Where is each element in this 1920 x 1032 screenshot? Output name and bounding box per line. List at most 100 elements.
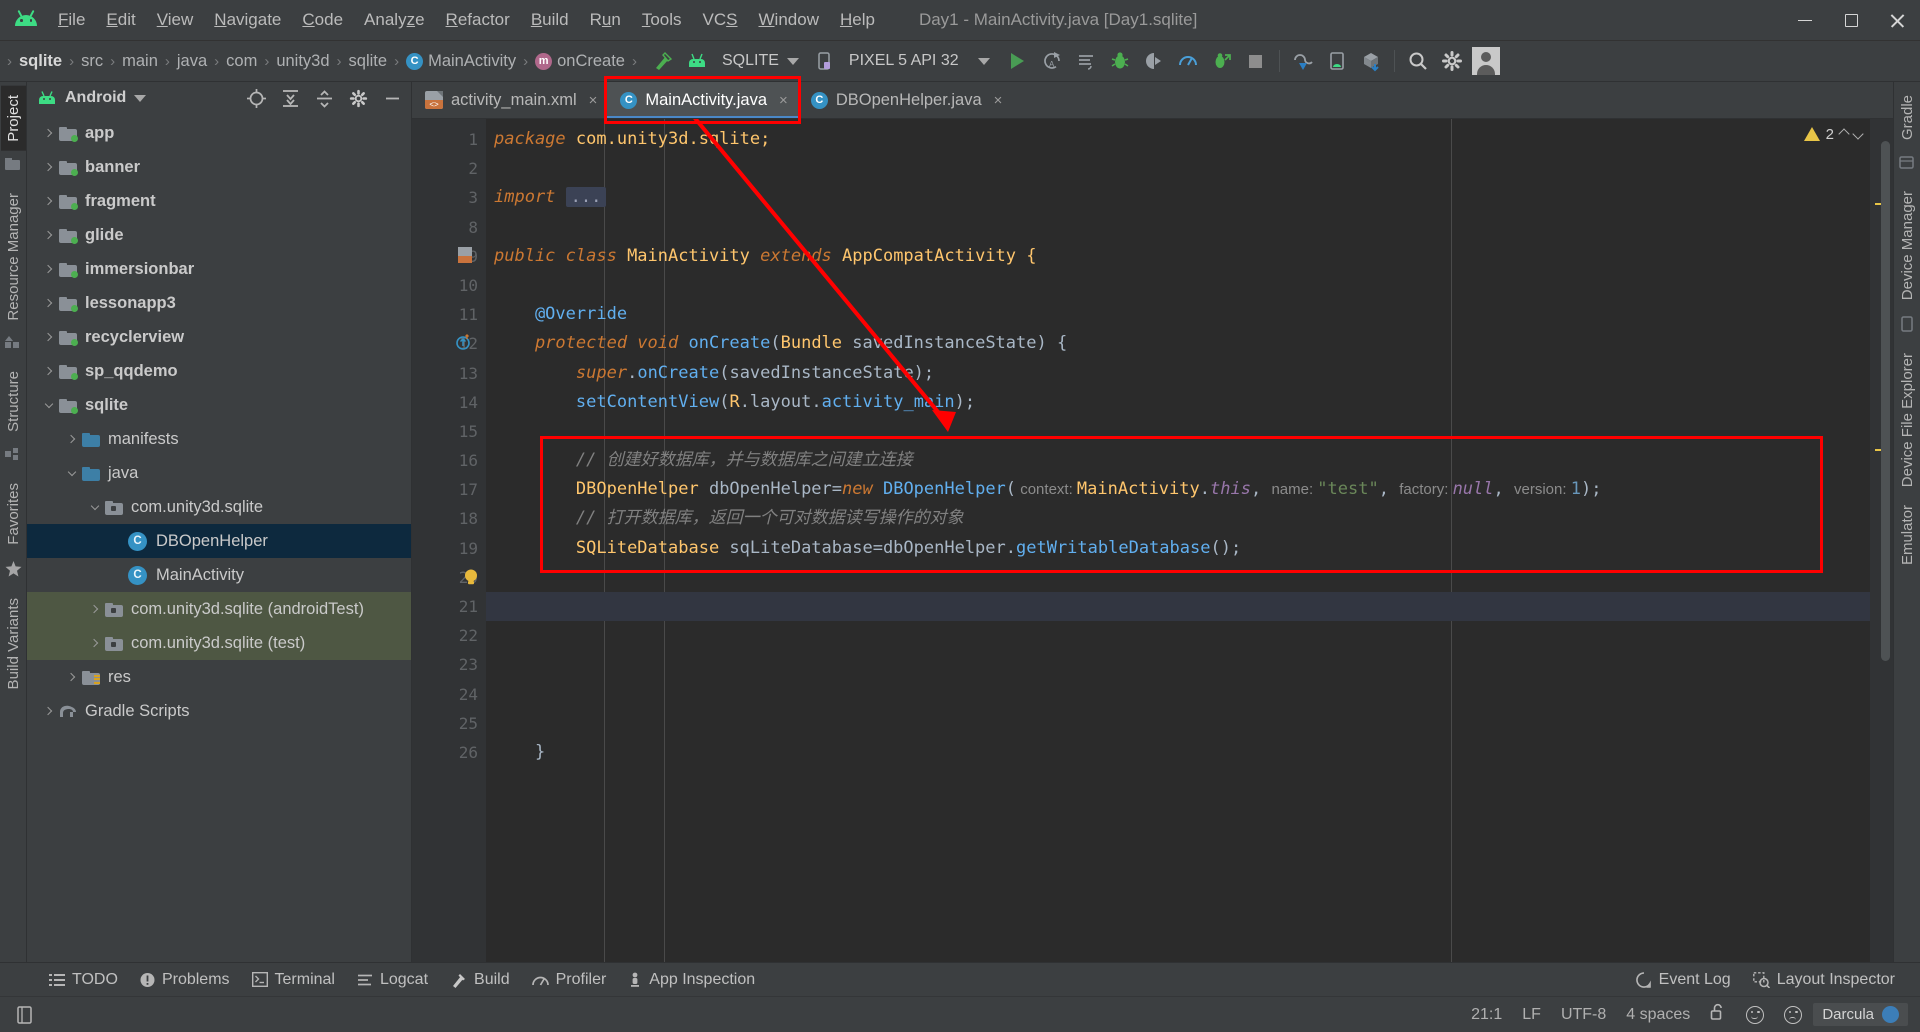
profiler-button[interactable] [1171, 44, 1205, 78]
editor-tab-mainactivity-java[interactable]: C MainActivity.java × [607, 82, 799, 118]
hide-minus-icon[interactable] [379, 85, 405, 111]
avd-manager-button[interactable] [1286, 44, 1320, 78]
minimize-button[interactable] [1782, 0, 1828, 41]
run-configuration-selector[interactable]: SQLITE [714, 49, 807, 73]
breadcrumb-item-unity3d[interactable]: unity3d [272, 50, 333, 73]
bottom-tab-event-log[interactable]: Event Log [1625, 968, 1742, 992]
menu-analyze[interactable]: Analyze [354, 6, 435, 34]
maximize-button[interactable] [1828, 0, 1874, 41]
chevron-down-icon[interactable] [134, 94, 147, 102]
device-chevron-down-icon[interactable] [967, 44, 1001, 78]
code-line[interactable] [486, 154, 1893, 183]
tree-item-res[interactable]: res [27, 660, 411, 694]
chevron-right-icon[interactable] [41, 125, 57, 141]
tree-item-recyclerview[interactable]: recyclerview [27, 320, 411, 354]
breadcrumb-item-java[interactable]: java [173, 50, 211, 73]
tree-item-java[interactable]: java [27, 456, 411, 490]
menu-build[interactable]: Build [521, 6, 579, 34]
editor-tab-dbopenhelper-java[interactable]: C DBOpenHelper.java × [798, 82, 1013, 118]
inspection-widget[interactable]: 2 [1803, 119, 1870, 149]
device-selector[interactable]: PIXEL 5 API 32 [841, 49, 967, 73]
collapse-all-icon[interactable] [311, 85, 337, 111]
tree-item-sp-qqdemo[interactable]: sp_qqdemo [27, 354, 411, 388]
vertical-scrollbar-thumb[interactable] [1881, 141, 1890, 661]
menu-vcs[interactable]: VCS [693, 6, 748, 34]
tree-item-glide[interactable]: glide [27, 218, 411, 252]
breadcrumb-item-sqlite[interactable]: sqlite [15, 50, 66, 73]
code-line[interactable] [486, 563, 1893, 592]
bottom-tab-logcat[interactable]: Logcat [346, 968, 439, 992]
bottom-tab-problems[interactable]: Problems [129, 968, 241, 992]
chevron-right-icon[interactable] [87, 601, 103, 617]
code-line[interactable] [486, 680, 1893, 709]
file-encoding[interactable]: UTF-8 [1552, 1004, 1615, 1026]
debug-button[interactable] [1103, 44, 1137, 78]
tree-item-immersionbar[interactable]: immersionbar [27, 252, 411, 286]
sidebar-tab-device-manager[interactable]: Device Manager [1895, 182, 1920, 309]
folded-imports-placeholder[interactable]: ... [565, 187, 607, 208]
chevron-right-icon[interactable] [41, 295, 57, 311]
bottom-tab-build[interactable]: Build [439, 968, 521, 992]
close-icon[interactable]: × [994, 92, 1003, 109]
indent-setting[interactable]: 4 spaces [1617, 1004, 1699, 1026]
code-line[interactable]: package com.unity3d.sqlite; [486, 125, 1893, 154]
tree-item-mainactivity[interactable]: C MainActivity [27, 558, 411, 592]
sidebar-tab-gradle[interactable]: Gradle [1895, 86, 1920, 149]
tree-item-gradle-scripts[interactable]: Gradle Scripts [27, 694, 411, 728]
code-line[interactable]: @Override [486, 300, 1893, 329]
menu-help[interactable]: Help [830, 6, 885, 34]
close-button[interactable] [1874, 0, 1920, 41]
search-everywhere-button[interactable] [1401, 44, 1435, 78]
chevron-right-icon[interactable] [64, 669, 80, 685]
code-line[interactable]: } [486, 738, 1893, 767]
close-icon[interactable]: × [589, 92, 598, 109]
code-line[interactable]: // 创建好数据库，并与数据库之间建立连接 [486, 446, 1893, 475]
sidebar-tab-device-file-explorer[interactable]: Device File Explorer [1895, 344, 1920, 496]
code-line[interactable] [486, 650, 1893, 679]
bottom-tab-terminal[interactable]: Terminal [241, 968, 346, 992]
code-line[interactable] [486, 592, 1893, 622]
chevron-right-icon[interactable] [41, 159, 57, 175]
layout-preview-icon[interactable] [412, 246, 486, 267]
project-view-selector-label[interactable]: Android [65, 89, 126, 107]
caret-position[interactable]: 21:1 [1462, 1004, 1511, 1026]
chevron-right-icon[interactable] [41, 363, 57, 379]
code-line[interactable]: import ... [486, 183, 1893, 212]
show-tool-window-bars-icon[interactable] [12, 1002, 38, 1028]
sidebar-tab-emulator[interactable]: Emulator [1895, 496, 1920, 574]
previous-problem-icon[interactable] [1838, 128, 1850, 140]
chevron-down-icon[interactable] [64, 465, 80, 481]
line-separator[interactable]: LF [1513, 1004, 1550, 1026]
sidebar-tab-resource-manager[interactable]: Resource Manager [1, 184, 26, 330]
code-line[interactable]: DBOpenHelper dbOpenHelper=new DBOpenHelp… [486, 475, 1893, 504]
next-problem-icon[interactable] [1852, 128, 1864, 140]
tree-item-banner[interactable]: banner [27, 150, 411, 184]
code-line[interactable]: SQLiteDatabase sqLiteDatabase=dbOpenHelp… [486, 534, 1893, 563]
run-with-coverage-button[interactable] [1205, 44, 1239, 78]
editor-tab-activity-main-xml[interactable]: <> activity_main.xml × [412, 82, 607, 118]
chevron-down-icon[interactable] [87, 499, 103, 515]
tree-item-manifests[interactable]: manifests [27, 422, 411, 456]
line-number-gutter[interactable]: 123891011121314151617181920212223242526 [412, 119, 486, 962]
breadcrumb-item-sqlite-pkg[interactable]: sqlite [345, 50, 392, 73]
chevron-right-icon[interactable] [110, 567, 126, 583]
code-line[interactable]: super.onCreate(savedInstanceState); [486, 359, 1893, 388]
theme-selector[interactable]: Darcula [1813, 1003, 1908, 1026]
code-line[interactable] [486, 417, 1893, 446]
build-hammer-icon[interactable] [646, 44, 680, 78]
breadcrumb-item-oncreate[interactable]: m onCreate [531, 50, 629, 73]
chevron-right-icon[interactable] [110, 533, 126, 549]
menu-file[interactable]: File [48, 6, 95, 34]
tree-item-app[interactable]: app [27, 116, 411, 150]
chevron-right-icon[interactable] [87, 635, 103, 651]
tree-item-com-unity3d-sqlite[interactable]: com.unity3d.sqlite [27, 490, 411, 524]
run-button[interactable] [1001, 44, 1035, 78]
code-line[interactable] [486, 213, 1893, 242]
code-editor[interactable]: 123891011121314151617181920212223242526 … [412, 119, 1893, 962]
bottom-tab-todo[interactable]: TODO [38, 968, 129, 992]
stop-button[interactable] [1239, 44, 1273, 78]
menu-window[interactable]: Window [749, 6, 829, 34]
menu-code[interactable]: Code [292, 6, 353, 34]
gear-icon[interactable] [345, 85, 371, 111]
bottom-tab-app-inspection[interactable]: App Inspection [617, 968, 766, 992]
